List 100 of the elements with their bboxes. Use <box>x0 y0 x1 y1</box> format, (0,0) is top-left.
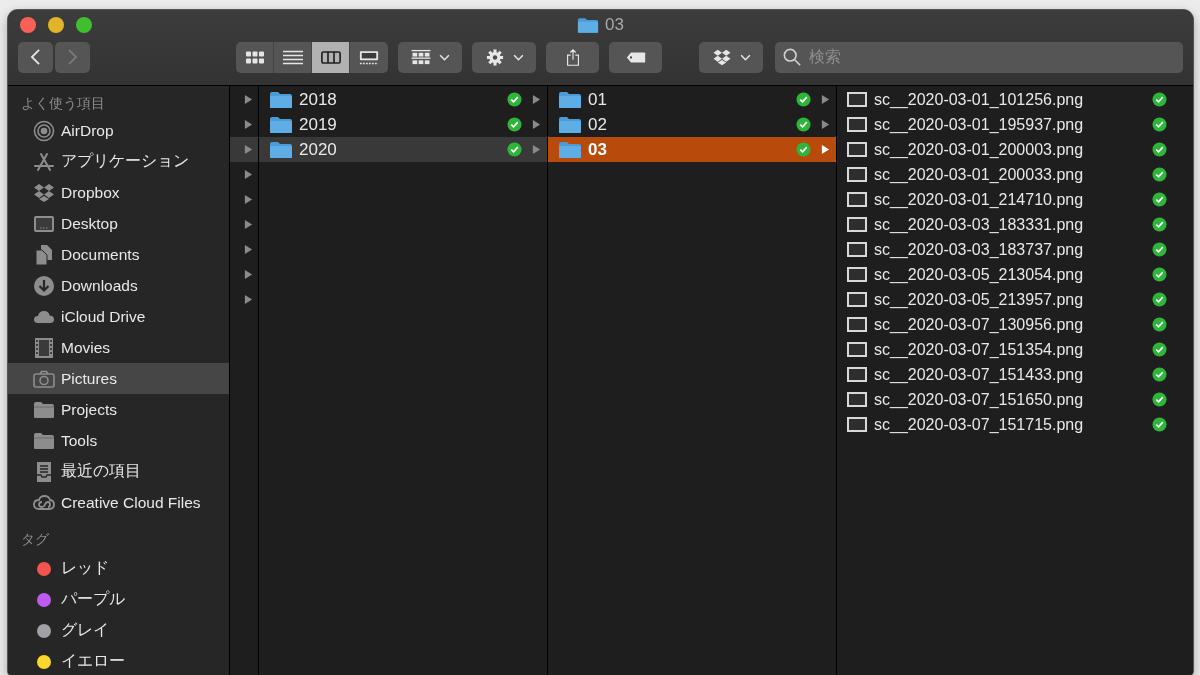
sidebar-item[interactable]: Creative Cloud Files <box>8 487 229 518</box>
gallery-icon <box>359 48 379 66</box>
disclosure-arrow-icon <box>244 119 253 130</box>
dropbox-icon <box>33 181 55 204</box>
group-grid-icon <box>410 48 431 66</box>
image-thumbnail <box>847 117 867 132</box>
disclosure-arrow-icon <box>532 144 541 155</box>
file-row[interactable]: sc__2020-03-01_200033.png <box>837 162 1193 187</box>
sidebar-item[interactable]: パープル <box>8 584 229 615</box>
folder-row[interactable]: 01 <box>548 87 836 112</box>
minimize-button[interactable] <box>48 17 64 33</box>
search-input[interactable]: 検索 <box>807 47 1183 67</box>
image-thumbnail <box>847 267 867 282</box>
image-thumbnail <box>847 92 867 107</box>
sidebar-item[interactable]: 最近の項目 <box>8 456 229 487</box>
disclosure-arrow-icon <box>244 194 253 205</box>
image-thumbnail <box>847 242 867 257</box>
image-thumbnail <box>847 417 867 432</box>
file-row[interactable]: sc__2020-03-03_183737.png <box>837 237 1193 262</box>
list-icon <box>282 48 303 66</box>
disclosure-arrow-icon <box>821 144 830 155</box>
folder-row[interactable]: 2019 <box>259 112 547 137</box>
view-mode-button[interactable] <box>312 41 350 73</box>
chevron-right-icon <box>67 48 78 66</box>
sidebar-item[interactable]: グレイ <box>8 615 229 646</box>
folder-icon <box>558 140 582 159</box>
documents-icon <box>33 243 55 266</box>
disclosure-arrow-icon <box>244 144 253 155</box>
file-row[interactable]: sc__2020-03-01_101256.png <box>837 87 1193 112</box>
folder-row[interactable]: 2018 <box>259 87 547 112</box>
folder-row[interactable]: 02 <box>548 112 836 137</box>
action-button[interactable] <box>472 41 536 73</box>
image-thumbnail <box>847 367 867 382</box>
disclosure-arrow-icon <box>244 244 253 255</box>
disclosure-arrow-icon <box>821 119 830 130</box>
dropbox-button[interactable] <box>699 41 763 73</box>
sidebar-item[interactable]: Desktop <box>8 208 229 239</box>
disclosure-arrow-icon <box>244 219 253 230</box>
folder-icon <box>269 115 293 134</box>
image-thumbnail <box>847 317 867 332</box>
collapsed-row[interactable] <box>230 137 258 162</box>
sidebar-item[interactable]: イエロー <box>8 646 229 675</box>
sidebar-item[interactable]: iCloud Drive <box>8 301 229 332</box>
folder-row[interactable]: 2020 <box>259 137 547 162</box>
airdrop-icon <box>33 119 55 142</box>
disclosure-arrow-icon <box>532 94 541 105</box>
image-thumbnail <box>847 292 867 307</box>
caret-icon <box>739 53 751 61</box>
file-row[interactable]: sc__2020-03-07_130956.png <box>837 312 1193 337</box>
sidebar-item[interactable]: Movies <box>8 332 229 363</box>
columns-icon <box>320 48 341 66</box>
film-icon <box>33 336 55 359</box>
sidebar-item[interactable]: Downloads <box>8 270 229 301</box>
app-store-icon <box>33 150 55 173</box>
search-field[interactable]: 検索 <box>775 41 1183 73</box>
file-row[interactable]: sc__2020-03-05_213957.png <box>837 287 1193 312</box>
image-thumbnail <box>847 392 867 407</box>
disclosure-arrow-icon <box>532 119 541 130</box>
file-row[interactable]: sc__2020-03-01_214710.png <box>837 187 1193 212</box>
share-button[interactable] <box>546 41 599 73</box>
folder-icon <box>577 16 600 34</box>
file-row[interactable]: sc__2020-03-07_151650.png <box>837 387 1193 412</box>
settings-icon <box>484 48 505 66</box>
download-icon <box>33 274 55 297</box>
file-row[interactable]: sc__2020-03-01_195937.png <box>837 112 1193 137</box>
close-button[interactable] <box>20 17 36 33</box>
sidebar-section-heading: タグ <box>20 531 50 549</box>
folder-icon <box>558 90 582 109</box>
folder-icon <box>558 115 582 134</box>
zoom-button[interactable] <box>76 17 92 33</box>
folder-icon <box>269 90 293 109</box>
file-row[interactable]: sc__2020-03-05_213054.png <box>837 262 1193 287</box>
disclosure-arrow-icon <box>244 269 253 280</box>
folder-row[interactable]: 03 <box>548 137 836 162</box>
image-thumbnail <box>847 217 867 232</box>
sidebar-item[interactable]: Projects <box>8 394 229 425</box>
file-row[interactable]: sc__2020-03-03_183331.png <box>837 212 1193 237</box>
file-row[interactable]: sc__2020-03-07_151354.png <box>837 337 1193 362</box>
sidebar-item[interactable]: AirDrop <box>8 115 229 146</box>
sidebar-item[interactable]: アプリケーション <box>8 146 229 177</box>
folder-icon <box>269 140 293 159</box>
sidebar-item[interactable]: レッド <box>8 553 229 584</box>
dropbox-icon <box>711 48 732 66</box>
tag-button[interactable] <box>609 41 662 73</box>
sidebar-item[interactable]: Documents <box>8 239 229 270</box>
sidebar-item[interactable]: Tools <box>8 425 229 456</box>
sidebar-section-heading: よく使う項目 <box>20 95 106 113</box>
image-thumbnail <box>847 192 867 207</box>
disclosure-arrow-icon <box>244 294 253 305</box>
image-thumbnail <box>847 142 867 157</box>
back-button[interactable] <box>18 41 53 73</box>
file-row[interactable]: sc__2020-03-01_200003.png <box>837 137 1193 162</box>
chevron-left-icon <box>30 48 41 66</box>
disclosure-arrow-icon <box>244 169 253 180</box>
disclosure-arrow-icon <box>244 94 253 105</box>
sidebar-item[interactable]: Dropbox <box>8 177 229 208</box>
file-row[interactable]: sc__2020-03-07_151715.png <box>837 412 1193 437</box>
file-row[interactable]: sc__2020-03-07_151433.png <box>837 362 1193 387</box>
group-button[interactable] <box>398 41 462 73</box>
sidebar-item[interactable]: Pictures <box>8 363 229 394</box>
